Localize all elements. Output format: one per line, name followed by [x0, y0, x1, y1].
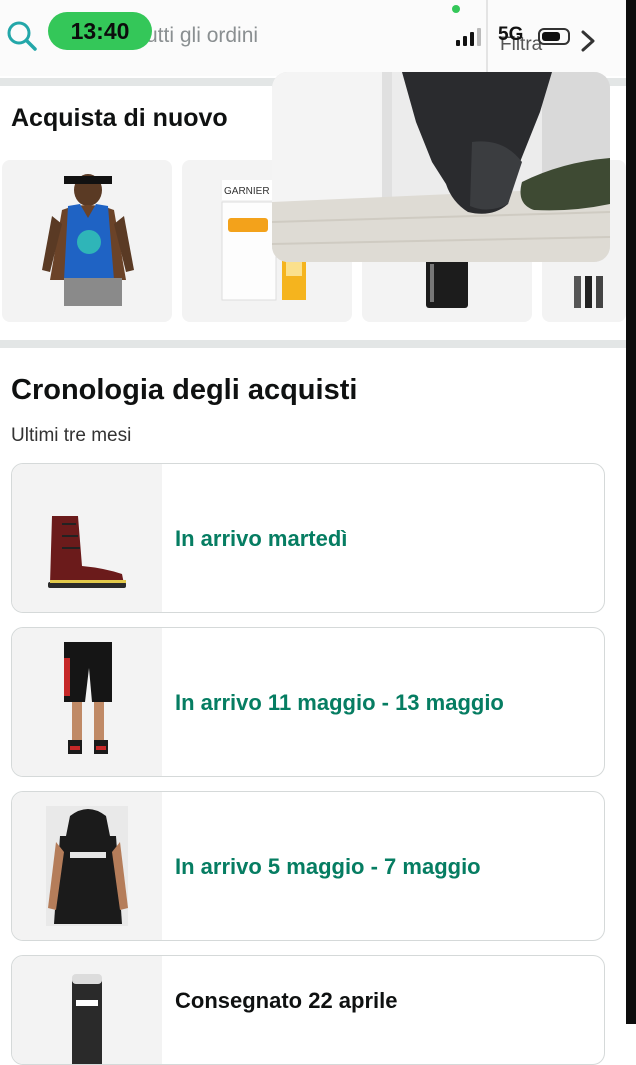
boot-product-image [48, 516, 126, 588]
order-status: In arrivo 5 maggio - 7 maggio [175, 854, 481, 879]
section-divider [0, 340, 626, 348]
video-pip-overlay[interactable] [272, 72, 610, 262]
order-status: In arrivo martedì [175, 526, 348, 551]
order-card[interactable]: In arrivo 11 maggio - 13 maggio [11, 627, 605, 777]
shorts-product-image [64, 642, 112, 754]
buy-again-title: Acquista di nuovo [11, 104, 228, 132]
history-subtitle: Ultimi tre mesi [11, 425, 132, 446]
search-icon[interactable] [6, 20, 38, 52]
chevron-right-icon[interactable] [578, 28, 598, 54]
order-thumbnail [12, 628, 162, 776]
buy-again-product-tanktop[interactable] [2, 160, 172, 322]
order-thumbnail [12, 956, 162, 1064]
search-input[interactable]: utti gli ordini [146, 24, 258, 48]
divider [486, 0, 488, 72]
order-card[interactable]: In arrivo martedì [11, 463, 605, 613]
status-time: 13:40 [48, 12, 152, 50]
privacy-indicator [452, 5, 460, 13]
battery-icon [538, 28, 570, 45]
bottle-product-image [72, 974, 102, 1064]
history-title: Cronologia degli acquisti [11, 374, 358, 406]
order-status: Consegnato 22 aprile [175, 988, 398, 1013]
order-thumbnail [12, 792, 162, 940]
signal-icon [456, 28, 481, 46]
svg-text:GARNIER: GARNIER [224, 186, 270, 197]
tanktop-product-image [42, 174, 134, 306]
order-card[interactable]: Consegnato 22 aprile [11, 955, 605, 1065]
network-label: 5G [498, 24, 524, 45]
screen-edge [626, 0, 636, 1024]
order-card[interactable]: In arrivo 5 maggio - 7 maggio [11, 791, 605, 941]
hoodie-product-image [46, 806, 128, 926]
order-thumbnail [12, 464, 162, 612]
order-status: In arrivo 11 maggio - 13 maggio [175, 690, 504, 715]
video-frame [272, 72, 610, 262]
